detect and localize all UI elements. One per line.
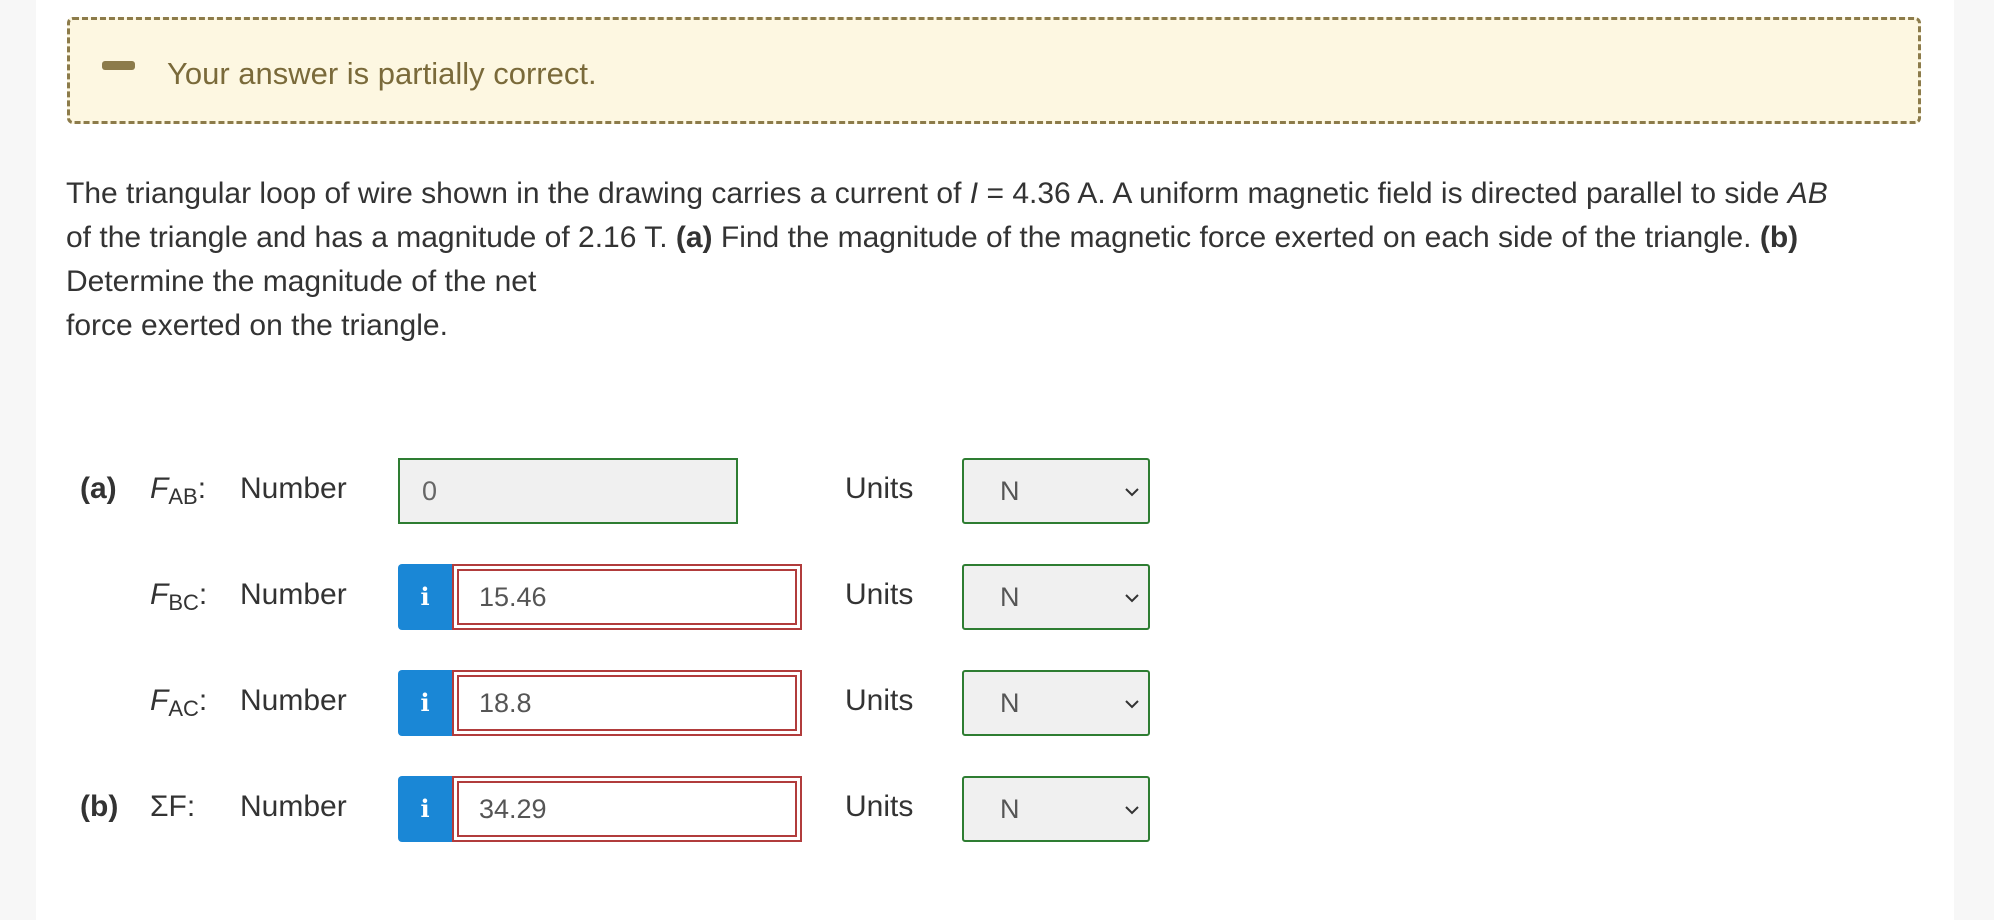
units-label: Units	[845, 684, 914, 717]
chevron-down-icon	[1125, 594, 1139, 603]
answer-input-f-ab[interactable]: 0	[398, 458, 738, 524]
variable-label: FAC:	[150, 684, 208, 721]
chevron-down-icon	[1125, 488, 1139, 497]
units-select-f-bc[interactable]: N	[962, 564, 1150, 630]
answer-input-net-force[interactable]: 34.29	[452, 776, 802, 842]
notice-message: Your answer is partially correct.	[167, 56, 597, 91]
number-label: Number	[240, 472, 347, 505]
variable-label: ΣF:	[150, 790, 196, 823]
units-select-net-force[interactable]: N	[962, 776, 1150, 842]
minus-icon	[102, 61, 135, 70]
info-icon[interactable]: i	[398, 564, 452, 630]
answer-input-f-ac[interactable]: 18.8	[452, 670, 802, 736]
partial-correct-notice: Your answer is partially correct.	[67, 17, 1921, 124]
question-text: The triangular loop of wire shown in the…	[66, 177, 1828, 342]
variable-label: FBC:	[150, 578, 208, 615]
number-label: Number	[240, 578, 347, 611]
units-select-f-ac[interactable]: N	[962, 670, 1150, 736]
part-label: (a)	[80, 472, 117, 505]
units-select-f-ab[interactable]: N	[962, 458, 1150, 524]
units-label: Units	[845, 472, 914, 505]
info-icon[interactable]: i	[398, 670, 452, 736]
chevron-down-icon	[1125, 806, 1139, 815]
answer-input-f-bc[interactable]: 15.46	[452, 564, 802, 630]
number-label: Number	[240, 790, 347, 823]
chevron-down-icon	[1125, 700, 1139, 709]
units-label: Units	[845, 578, 914, 611]
info-icon[interactable]: i	[398, 776, 452, 842]
number-label: Number	[240, 684, 347, 717]
part-label: (b)	[80, 790, 119, 823]
units-label: Units	[845, 790, 914, 823]
variable-label: FAB:	[150, 472, 207, 509]
